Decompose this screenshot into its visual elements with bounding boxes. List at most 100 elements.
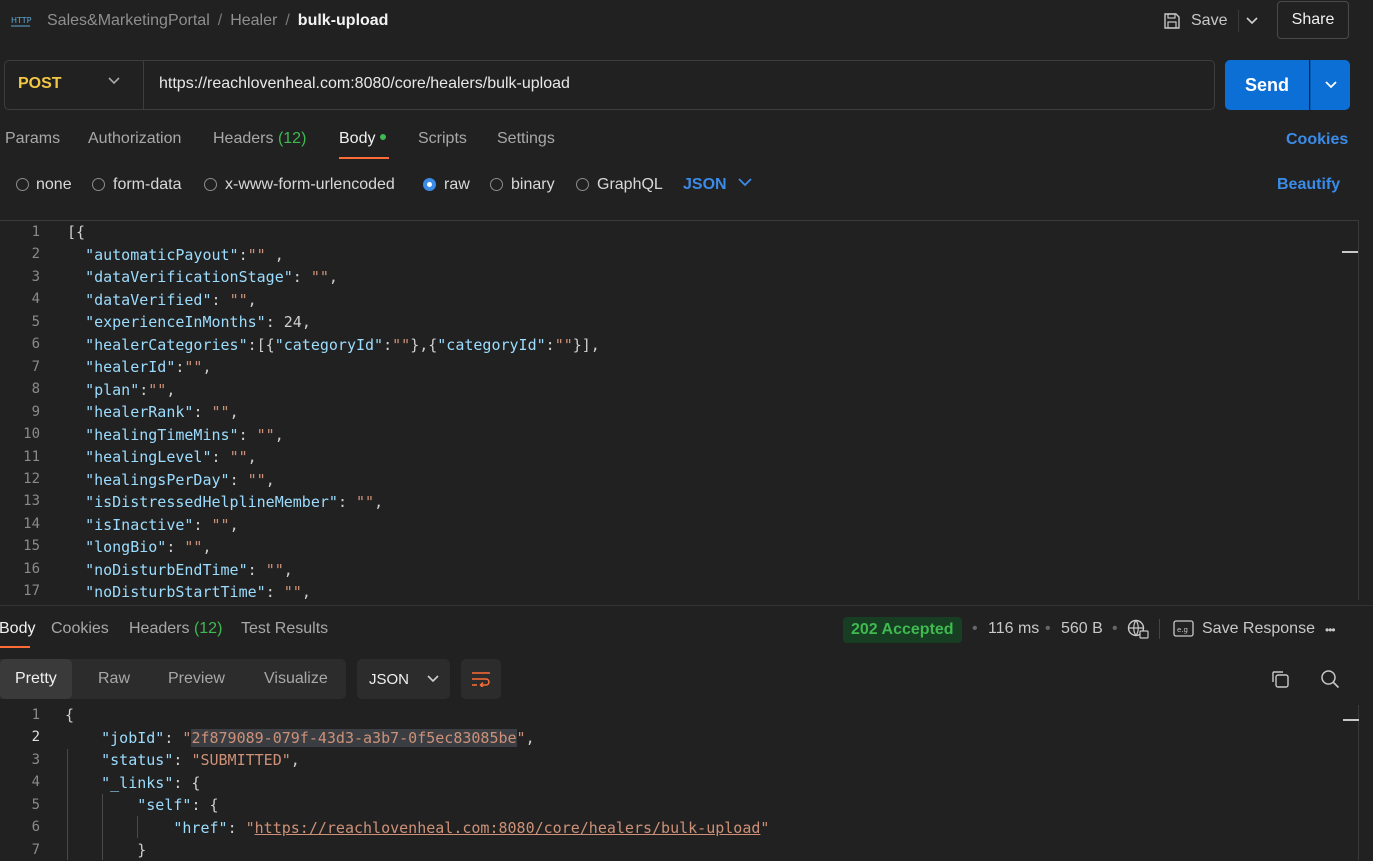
save-options-button[interactable]	[1238, 10, 1265, 32]
breadcrumb: Sales&MarketingPortal / Healer / bulk-up…	[47, 10, 388, 32]
href-link[interactable]: https://reachlovenheal.com:8080/core/hea…	[255, 819, 761, 837]
url-input[interactable]: https://reachlovenheal.com:8080/core/hea…	[159, 75, 570, 93]
body-language-select[interactable]: JSON	[683, 176, 727, 194]
editor-scrollbar[interactable]	[1343, 719, 1359, 721]
code-line: "self": {	[137, 796, 219, 814]
line-number: 11	[23, 448, 40, 465]
save-button[interactable]: Save	[1163, 10, 1227, 32]
tab-body[interactable]: Body	[339, 130, 387, 148]
radio-form-data[interactable]	[92, 178, 105, 191]
response-format-select[interactable]: JSON	[357, 659, 450, 699]
radio-form-data-label[interactable]: form-data	[113, 176, 181, 194]
active-tab-indicator	[0, 646, 30, 648]
response-tab-headers[interactable]: Headers (12)	[129, 620, 222, 638]
view-pretty[interactable]: Pretty	[0, 659, 72, 699]
tab-scripts[interactable]: Scripts	[418, 130, 467, 148]
http-method-select[interactable]: POST	[18, 75, 62, 93]
status-value: SUBMITTED	[200, 751, 282, 769]
radio-urlencoded[interactable]	[204, 178, 217, 191]
save-label: Save	[1191, 12, 1228, 29]
code-line: "jobId": "2f879089-079f-43d3-a3b7-0f5ec8…	[101, 729, 535, 747]
breadcrumb-request-name[interactable]: bulk-upload	[298, 12, 389, 30]
line-number: 12	[23, 470, 40, 487]
code-line: "healingTimeMins": "",	[85, 426, 284, 444]
line-number: 3	[31, 268, 40, 285]
view-preview[interactable]: Preview	[168, 659, 225, 699]
code-line: "healerRank": "",	[85, 403, 239, 421]
code-line: "isInactive": "",	[85, 516, 239, 534]
line-number: 7	[31, 358, 40, 375]
copy-icon[interactable]	[1270, 669, 1290, 689]
code-line: "_links": {	[101, 774, 201, 792]
save-response-button[interactable]: Save Response	[1202, 620, 1315, 638]
share-button[interactable]: Share	[1277, 1, 1349, 39]
line-number: 2	[31, 729, 40, 746]
radio-urlencoded-label[interactable]: x-www-form-urlencoded	[225, 176, 395, 194]
code-line: "isDistressedHelplineMember": "",	[85, 493, 384, 511]
status-badge[interactable]: 202 Accepted	[843, 617, 962, 643]
code-line: "dataVerified": "",	[85, 291, 257, 309]
send-button[interactable]: Send	[1225, 60, 1309, 110]
modified-dot-icon	[380, 133, 387, 140]
wrap-lines-button[interactable]	[461, 659, 501, 699]
code-line: }	[137, 841, 147, 859]
radio-raw[interactable]	[423, 178, 436, 191]
breadcrumb-separator: /	[285, 12, 290, 29]
line-number: 4	[31, 291, 40, 308]
save-response-icon[interactable]: e.g	[1173, 620, 1194, 637]
toolbar-divider	[1159, 619, 1160, 639]
response-tab-cookies[interactable]: Cookies	[51, 620, 109, 638]
code-line: "experienceInMonths": 24,	[85, 313, 311, 331]
response-size[interactable]: 560 B	[1061, 620, 1103, 638]
save-icon	[1164, 13, 1180, 29]
tab-headers-label: Headers	[213, 130, 274, 147]
code-line: "status": "SUBMITTED",	[101, 751, 300, 769]
response-time[interactable]: 116 ms	[988, 620, 1039, 638]
breadcrumb-folder[interactable]: Healer	[230, 12, 277, 30]
url-divider	[143, 61, 144, 109]
pane-divider[interactable]	[0, 605, 1373, 606]
job-id-value[interactable]: 2f879089-079f-43d3-a3b7-0f5ec83085be	[191, 729, 517, 747]
response-tab-test-results[interactable]: Test Results	[241, 620, 328, 638]
cookies-link[interactable]: Cookies	[1286, 131, 1348, 149]
code-line: "healerCategories":[{"categoryId":""},{"…	[85, 336, 600, 354]
radio-graphql-label[interactable]: GraphQL	[597, 176, 663, 194]
code-line: "plan":"",	[85, 381, 176, 399]
chevron-down-icon[interactable]	[738, 178, 752, 187]
code-line: "noDisturbStartTime": "",	[85, 583, 311, 600]
beautify-button[interactable]: Beautify	[1277, 176, 1340, 194]
chevron-down-icon[interactable]	[108, 77, 120, 85]
http-request-icon: HTTP	[11, 16, 32, 27]
view-visualize[interactable]: Visualize	[264, 659, 328, 699]
tab-body-label: Body	[339, 130, 376, 147]
code-line: "dataVerificationStage": "",	[85, 268, 338, 286]
send-options-button[interactable]	[1310, 60, 1350, 110]
tab-authorization[interactable]: Authorization	[88, 130, 181, 148]
search-icon[interactable]	[1320, 669, 1340, 689]
radio-none-label[interactable]: none	[36, 176, 72, 194]
response-tab-body[interactable]: Body	[0, 620, 35, 638]
breadcrumb-collection[interactable]: Sales&MarketingPortal	[47, 12, 210, 30]
tab-headers[interactable]: Headers (12)	[213, 130, 306, 148]
code-line: "noDisturbEndTime": "",	[85, 561, 293, 579]
view-raw[interactable]: Raw	[98, 659, 130, 699]
radio-raw-label[interactable]: raw	[444, 176, 470, 194]
radio-graphql[interactable]	[576, 178, 589, 191]
tab-settings[interactable]: Settings	[497, 130, 555, 148]
tab-headers-count: (12)	[277, 130, 307, 147]
radio-binary-label[interactable]: binary	[511, 176, 555, 194]
more-options-button[interactable]: •••	[1325, 623, 1336, 637]
editor-scrollbar[interactable]	[1342, 251, 1358, 253]
radio-binary[interactable]	[490, 178, 503, 191]
line-number: 5	[31, 796, 40, 813]
chevron-down-icon	[427, 675, 439, 683]
tab-params[interactable]: Params	[5, 130, 60, 148]
radio-none[interactable]	[16, 178, 29, 191]
response-tab-headers-count: (12)	[193, 620, 223, 637]
breadcrumb-separator: /	[217, 12, 223, 29]
code-line: "automaticPayout":"" ,	[85, 246, 284, 264]
svg-text:e.g: e.g	[1177, 626, 1188, 634]
line-number: 2	[31, 246, 40, 263]
network-globe-icon[interactable]	[1127, 619, 1149, 639]
code-line: "healingsPerDay": "",	[85, 471, 275, 489]
